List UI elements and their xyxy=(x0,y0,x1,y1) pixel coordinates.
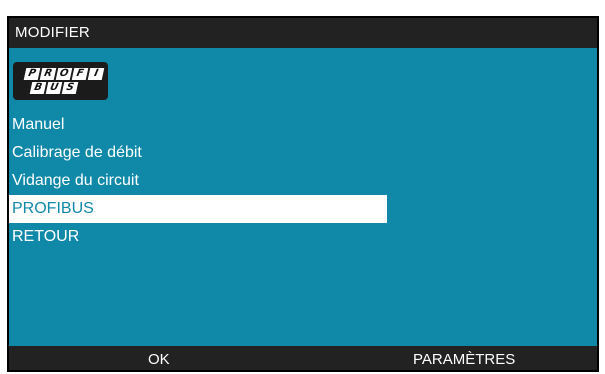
menu-item-label: Calibrage de débit xyxy=(12,144,142,161)
logo-letter: I xyxy=(87,68,105,80)
logo-letter: U xyxy=(45,82,63,94)
logo-letter: R xyxy=(39,68,57,80)
menu-item-retour[interactable]: RETOUR xyxy=(9,223,597,251)
menu-item-label: PROFIBUS xyxy=(12,200,94,217)
menu-item-label: Manuel xyxy=(12,116,65,133)
pump-display: MODIFIER P R O F I B U S Manuel Calibrag… xyxy=(9,18,597,370)
settings-menu: Manuel Calibrage de débit Vidange du cir… xyxy=(9,111,597,251)
menu-item-calibrage-de-debit[interactable]: Calibrage de débit xyxy=(9,139,597,167)
menu-item-vidange-du-circuit[interactable]: Vidange du circuit xyxy=(9,167,597,195)
logo-letter: P xyxy=(23,68,41,80)
logo-letter: O xyxy=(55,68,73,80)
softkey-bar: OK PARAMÈTRES xyxy=(9,346,597,370)
logo-letter: B xyxy=(29,82,47,94)
menu-item-label: Vidange du circuit xyxy=(12,172,139,189)
logo-letter: S xyxy=(61,82,79,94)
logo-letter: F xyxy=(71,68,89,80)
menu-item-label: RETOUR xyxy=(12,228,80,245)
header-bar: MODIFIER xyxy=(9,18,597,48)
profibus-logo-icon: P R O F I B U S xyxy=(13,62,108,100)
menu-item-profibus[interactable]: PROFIBUS xyxy=(9,195,387,223)
parametres-softkey[interactable]: PARAMÈTRES xyxy=(413,346,515,370)
page-title: MODIFIER xyxy=(15,24,90,41)
menu-item-manuel[interactable]: Manuel xyxy=(9,111,597,139)
ok-softkey[interactable]: OK xyxy=(148,346,170,370)
